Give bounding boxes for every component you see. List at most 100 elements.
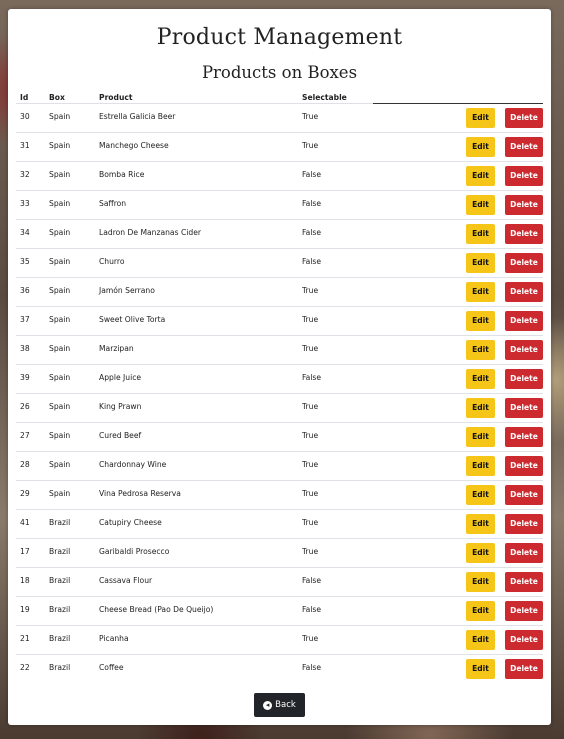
cell-id: 33 [16, 190, 45, 220]
selectable-value: True [302, 315, 319, 324]
cell-product: Manchego Cheese [95, 132, 298, 162]
delete-button[interactable]: Delete [505, 601, 543, 621]
selectable-value: False [302, 576, 322, 585]
edit-button[interactable]: Edit [466, 514, 495, 534]
cell-selectable: False [298, 190, 373, 220]
edit-button[interactable]: Edit [466, 224, 495, 244]
delete-button[interactable]: Delete [505, 398, 543, 418]
id-value: 31 [20, 141, 30, 150]
cell-product: Picanha [95, 625, 298, 655]
id-value: 35 [20, 257, 30, 266]
cell-product: Cured Beef [95, 422, 298, 452]
edit-button[interactable]: Edit [466, 543, 495, 563]
edit-button[interactable]: Edit [466, 137, 495, 157]
cell-box: Spain [45, 248, 95, 278]
delete-button[interactable]: Delete [505, 137, 543, 157]
back-button[interactable]: ◂ Back [254, 693, 305, 717]
selectable-value: True [302, 431, 319, 440]
cell-box: Spain [45, 306, 95, 336]
cell-actions: Edit Delete [373, 132, 543, 162]
box-value: Brazil [49, 518, 71, 527]
delete-button[interactable]: Delete [505, 108, 543, 128]
edit-button[interactable]: Edit [466, 108, 495, 128]
box-value: Spain [49, 141, 71, 150]
selectable-value: False [302, 199, 322, 208]
delete-button[interactable]: Delete [505, 427, 543, 447]
edit-button[interactable]: Edit [466, 630, 495, 650]
table-row: 32 Spain Bomba Rice False Edit Delete [16, 161, 543, 191]
delete-button[interactable]: Delete [505, 195, 543, 215]
edit-button[interactable]: Edit [466, 166, 495, 186]
box-value: Spain [49, 228, 71, 237]
delete-button[interactable]: Delete [505, 543, 543, 563]
cell-product: Churro [95, 248, 298, 278]
delete-button[interactable]: Delete [505, 456, 543, 476]
cell-selectable: False [298, 567, 373, 597]
cell-box: Spain [45, 364, 95, 394]
cell-id: 28 [16, 451, 45, 481]
id-value: 17 [20, 547, 30, 556]
edit-button[interactable]: Edit [466, 427, 495, 447]
edit-button[interactable]: Edit [466, 398, 495, 418]
box-value: Spain [49, 431, 71, 440]
selectable-value: True [302, 402, 319, 411]
edit-button[interactable]: Edit [466, 340, 495, 360]
cell-actions: Edit Delete [373, 335, 543, 365]
content-card: Product Management Products on Boxes Id … [8, 9, 551, 725]
table-row: 22 Brazil Coffee False Edit Delete [16, 654, 543, 683]
cell-id: 18 [16, 567, 45, 597]
cell-selectable: False [298, 596, 373, 626]
table-row: 21 Brazil Picanha True Edit Delete [16, 625, 543, 655]
cell-id: 30 [16, 103, 45, 133]
cell-actions: Edit Delete [373, 538, 543, 568]
selectable-value: False [302, 228, 322, 237]
cell-box: Spain [45, 277, 95, 307]
page-title: Product Management [156, 25, 403, 50]
edit-button[interactable]: Edit [466, 311, 495, 331]
cell-actions: Edit Delete [373, 567, 543, 597]
edit-button[interactable]: Edit [466, 601, 495, 621]
delete-button[interactable]: Delete [505, 572, 543, 592]
edit-button[interactable]: Edit [466, 659, 495, 679]
delete-button[interactable]: Delete [505, 630, 543, 650]
delete-button[interactable]: Delete [505, 311, 543, 331]
table-header-row: Id Box Product Selectable [16, 92, 543, 104]
table-row: 30 Spain Estrella Galicia Beer True Edit Dele… [16, 103, 543, 133]
delete-button[interactable]: Delete [505, 659, 543, 679]
selectable-value: True [302, 286, 319, 295]
cell-actions: Edit Delete [373, 248, 543, 278]
edit-button[interactable]: Edit [466, 282, 495, 302]
cell-box: Spain [45, 132, 95, 162]
selectable-value: True [302, 141, 319, 150]
id-value: 33 [20, 199, 30, 208]
edit-button[interactable]: Edit [466, 572, 495, 592]
delete-button[interactable]: Delete [505, 253, 543, 273]
edit-button[interactable]: Edit [466, 253, 495, 273]
edit-button[interactable]: Edit [466, 195, 495, 215]
edit-button[interactable]: Edit [466, 369, 495, 389]
cell-actions: Edit Delete [373, 480, 543, 510]
box-value: Brazil [49, 576, 71, 585]
cell-selectable: True [298, 625, 373, 655]
edit-button[interactable]: Edit [466, 456, 495, 476]
delete-button[interactable]: Delete [505, 369, 543, 389]
cell-actions: Edit Delete [373, 451, 543, 481]
table-row: 28 Spain Chardonnay Wine True Edit Delete [16, 451, 543, 481]
cell-actions: Edit Delete [373, 393, 543, 423]
box-value: Brazil [49, 663, 71, 672]
delete-button[interactable]: Delete [505, 340, 543, 360]
box-value: Spain [49, 170, 71, 179]
delete-button[interactable]: Delete [505, 224, 543, 244]
cell-selectable: False [298, 364, 373, 394]
id-value: 38 [20, 344, 30, 353]
product-value: Garibaldi Prosecco [99, 547, 170, 556]
delete-button[interactable]: Delete [505, 514, 543, 534]
product-value: Coffee [99, 663, 124, 672]
edit-button[interactable]: Edit [466, 485, 495, 505]
table-row: 19 Brazil Cheese Bread (Pao De Queijo) Fals… [16, 596, 543, 626]
cell-id: 26 [16, 393, 45, 423]
delete-button[interactable]: Delete [505, 485, 543, 505]
delete-button[interactable]: Delete [505, 166, 543, 186]
cell-product: Saffron [95, 190, 298, 220]
delete-button[interactable]: Delete [505, 282, 543, 302]
